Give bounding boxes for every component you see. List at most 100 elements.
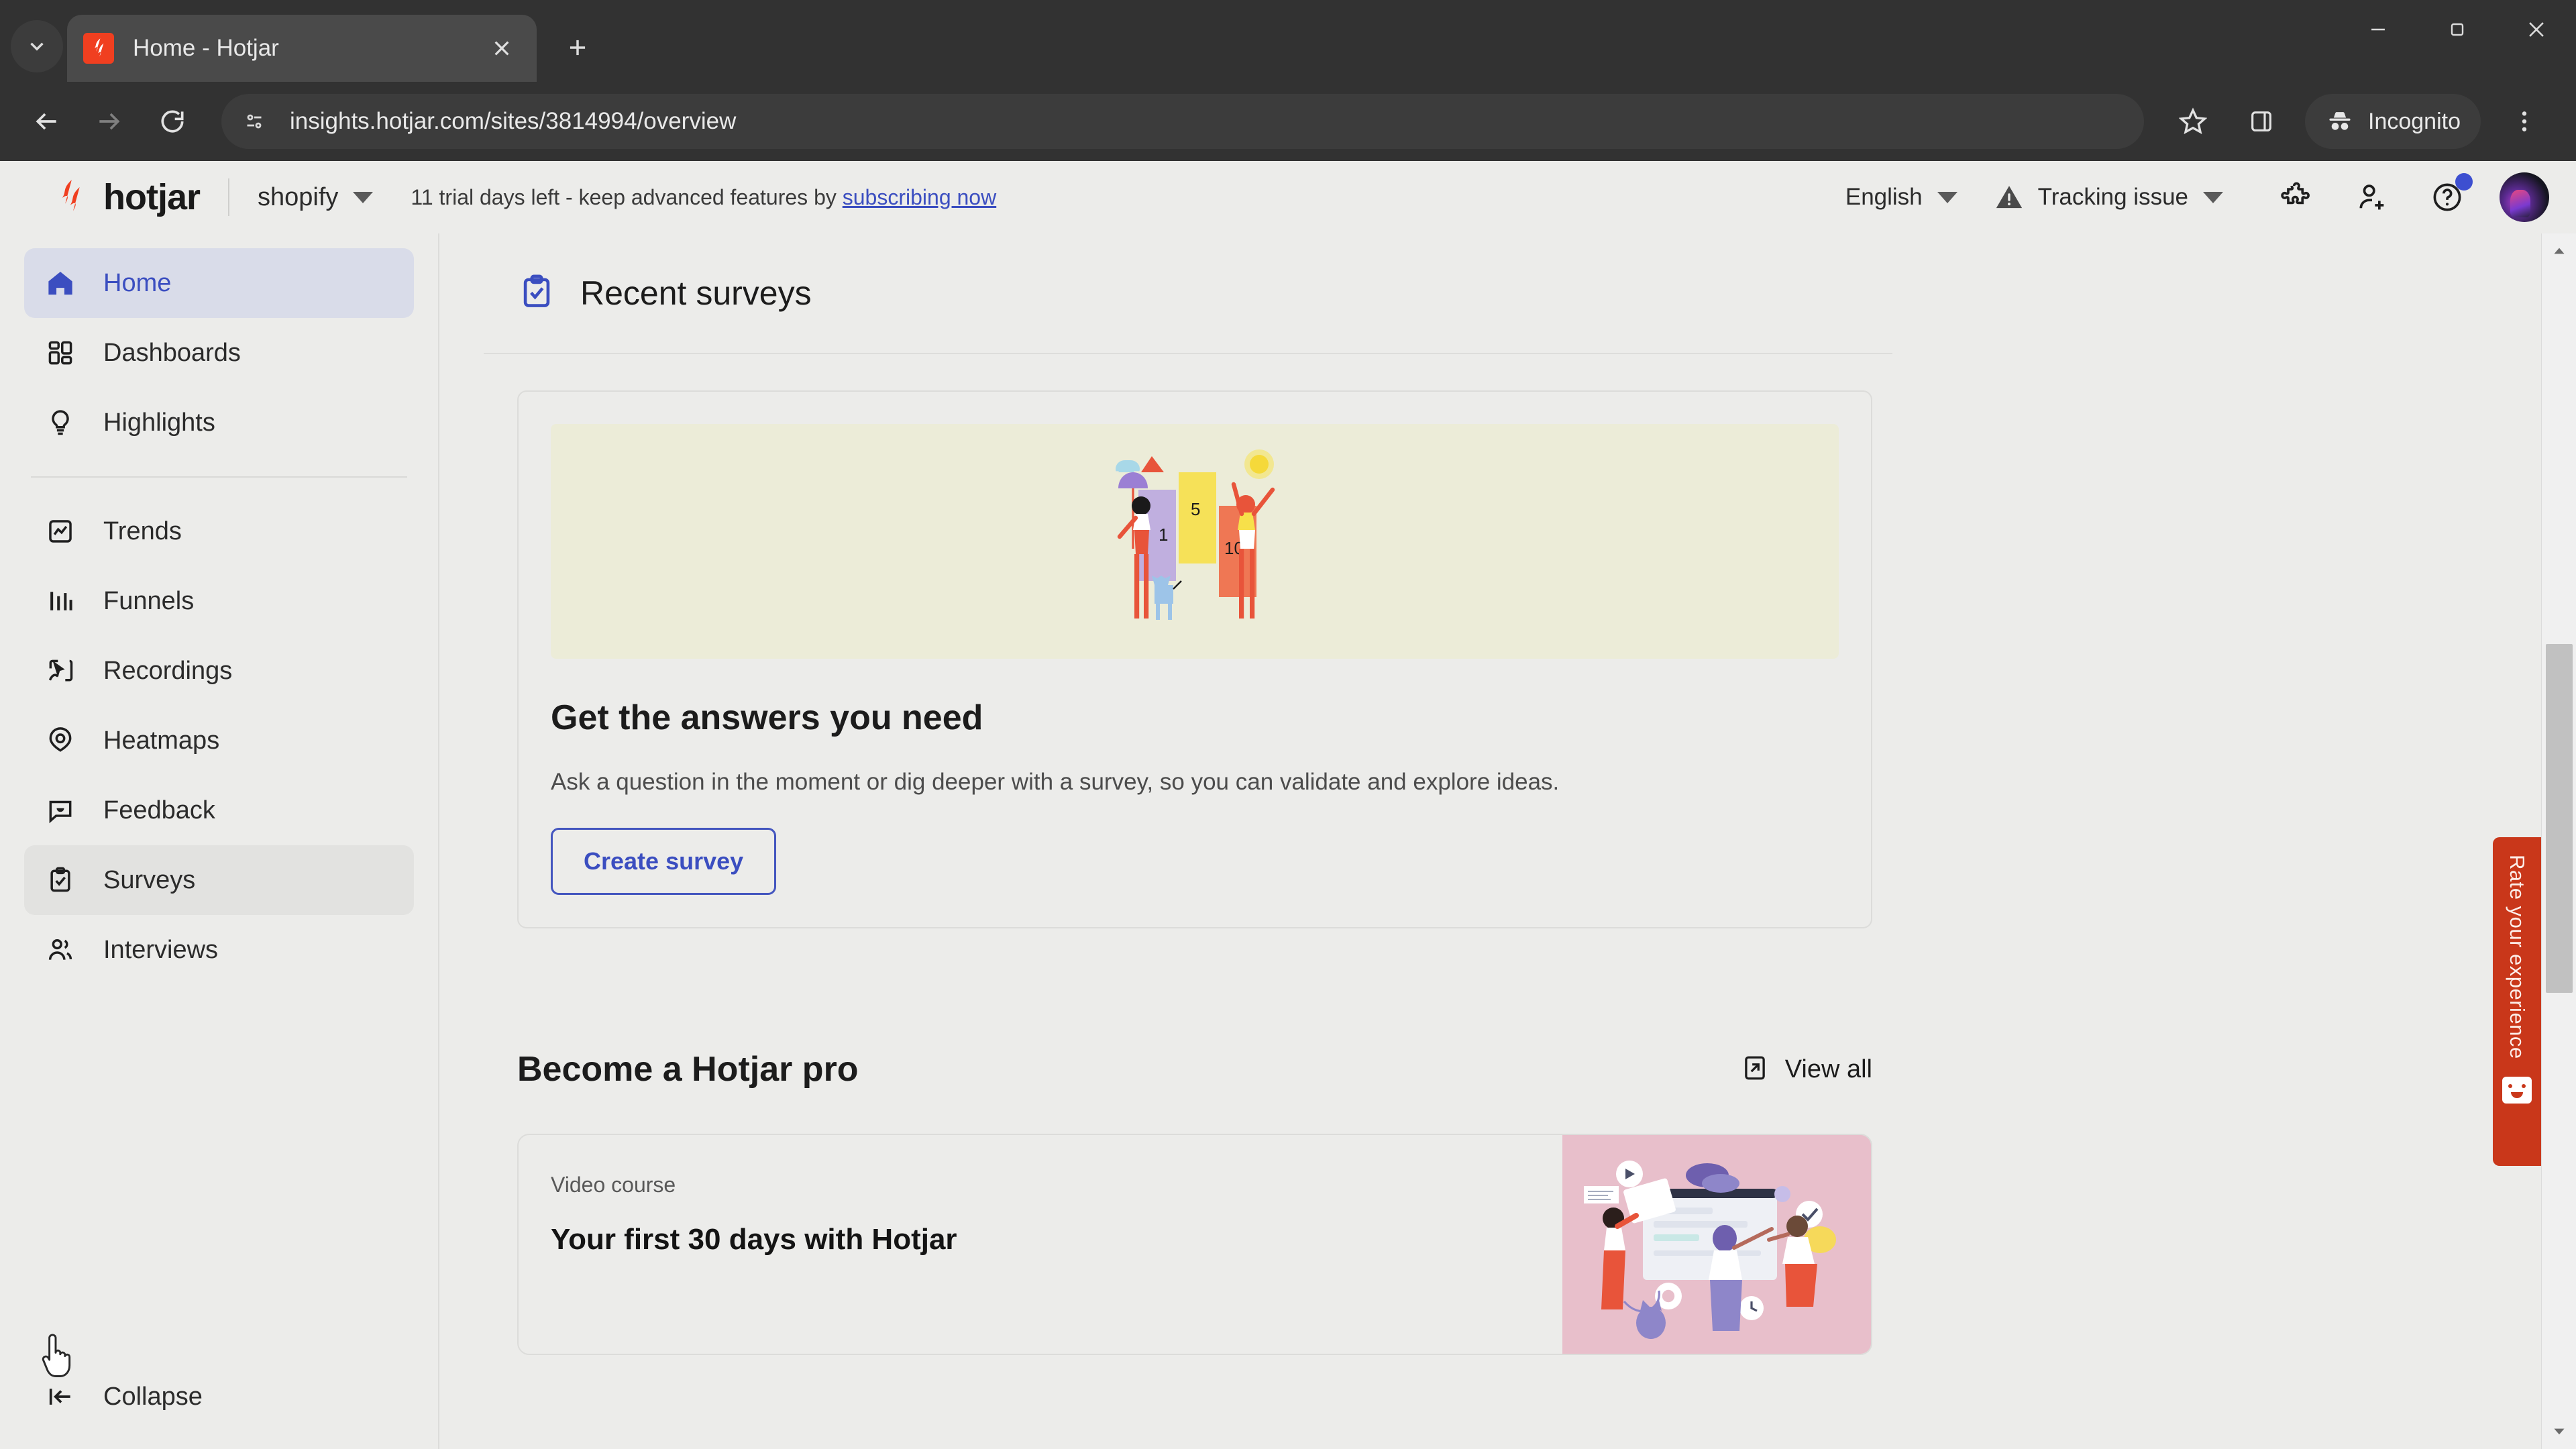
rate-experience-label: Rate your experience [2506, 855, 2529, 1059]
smiley-eye-right [2522, 1083, 2526, 1088]
header-divider [228, 178, 230, 216]
reload-icon [161, 110, 184, 133]
scrollbar-track[interactable] [2542, 268, 2576, 1414]
sidebar-item-label: Home [103, 268, 172, 297]
survey-hero-art: 1 5 10 [1116, 449, 1275, 620]
sidebar-item-funnels[interactable]: Funnels [24, 566, 414, 636]
course-art [1562, 1135, 1871, 1354]
user-avatar[interactable] [2500, 172, 2549, 222]
close-icon [2529, 22, 2544, 37]
side-panel-icon [2251, 111, 2271, 131]
forward-arrow-icon [99, 113, 120, 130]
scrollbar-thumb[interactable] [2545, 644, 2573, 993]
url-text: insights.hotjar.com/sites/3814994/overvi… [290, 108, 737, 134]
hotjar-app-header: hotjar shopify 11 trial days left - keep… [0, 161, 2576, 233]
scroll-down-arrow-icon [2553, 1428, 2565, 1435]
window-close-button[interactable] [2497, 0, 2576, 59]
sidebar-item-interviews[interactable]: Interviews [24, 915, 414, 985]
view-all-button[interactable]: View all [1741, 1054, 1872, 1085]
collapse-left-icon [42, 1382, 79, 1411]
maximize-button[interactable] [2418, 0, 2497, 59]
course-card-text: Video course Your first 30 days with Hot… [519, 1135, 1562, 1354]
bookmark-button[interactable] [2164, 93, 2222, 150]
sidebar-nav: Home Dashboards Highlights Trends Funnel… [0, 233, 439, 1449]
smiley-face-icon [2502, 1076, 2532, 1104]
recordings-cursor-icon [42, 656, 79, 686]
back-button[interactable] [17, 93, 75, 150]
sidebar-item-label: Funnels [103, 586, 195, 615]
incognito-indicator[interactable]: Incognito [2305, 94, 2481, 149]
browser-tab[interactable]: Home - Hotjar [67, 15, 537, 82]
chevron-down-icon [353, 191, 374, 203]
sidebar-item-label: Trends [103, 517, 182, 545]
course-title: Your first 30 days with Hotjar [551, 1223, 957, 1256]
rate-experience-tab[interactable]: Rate your experience [2493, 837, 2541, 1166]
invite-user-button[interactable] [2341, 166, 2403, 228]
site-name: shopify [258, 182, 339, 211]
tracking-status-selector[interactable]: Tracking issue [1994, 182, 2223, 213]
scroll-down-button[interactable] [2542, 1414, 2576, 1449]
site-selector[interactable]: shopify [258, 182, 374, 212]
sidebar-collapse-button[interactable]: Collapse [24, 1362, 414, 1432]
address-bar[interactable]: insights.hotjar.com/sites/3814994/overvi… [221, 94, 2144, 149]
incognito-label: Incognito [2368, 108, 2461, 134]
page-scrollbar[interactable] [2541, 233, 2576, 1449]
minimize-button[interactable] [2339, 0, 2418, 59]
sidebar-item-dashboards[interactable]: Dashboards [24, 318, 414, 388]
chevron-down-icon [1937, 191, 1957, 203]
chrome-menu-button[interactable] [2496, 93, 2553, 150]
tab-title: Home - Hotjar [133, 35, 279, 61]
window-controls [2339, 0, 2576, 82]
sidebar-item-highlights[interactable]: Highlights [24, 388, 414, 458]
recent-surveys-header: Recent surveys [484, 233, 1892, 354]
hotjar-logo[interactable]: hotjar [54, 176, 201, 218]
smiley-eye-left [2508, 1083, 2512, 1088]
heatmap-pin-icon [42, 726, 79, 755]
header-actions: English Tracking issue [1845, 166, 2549, 228]
smiley-mouth [2511, 1091, 2523, 1098]
new-tab-button[interactable] [554, 24, 601, 71]
hotjar-flame-icon [62, 180, 80, 211]
create-survey-button[interactable]: Create survey [551, 828, 777, 895]
side-panel-button[interactable] [2233, 93, 2290, 150]
subscribe-link[interactable]: subscribing now [843, 185, 996, 209]
main-content: Recent surveys 1 5 10 Get the answers yo… [439, 233, 2576, 1449]
sidebar-item-heatmaps[interactable]: Heatmaps [24, 706, 414, 775]
site-info-button[interactable] [232, 99, 276, 144]
tracking-status-label: Tracking issue [2037, 184, 2188, 210]
reload-button[interactable] [144, 93, 201, 150]
sidebar-collapse-label: Collapse [103, 1382, 203, 1411]
add-user-icon [2359, 184, 2384, 210]
surveys-clipboard-icon [42, 865, 79, 895]
sidebar-item-trends[interactable]: Trends [24, 496, 414, 566]
back-arrow-icon [36, 113, 56, 130]
sidebar-item-feedback[interactable]: Feedback [24, 775, 414, 845]
integrations-button[interactable] [2266, 166, 2328, 228]
sidebar-item-label: Heatmaps [103, 726, 220, 755]
home-icon [42, 268, 79, 299]
forward-button[interactable] [80, 93, 138, 150]
language-selector[interactable]: English [1845, 184, 1957, 211]
help-button[interactable] [2416, 166, 2478, 228]
sidebar-item-label: Recordings [103, 656, 233, 685]
trends-chart-icon [42, 517, 79, 546]
create-survey-card: 1 5 10 Get the answers you need Ask a qu… [517, 390, 1872, 928]
interviews-people-icon [42, 935, 79, 965]
tab-close-button[interactable] [483, 30, 521, 67]
view-all-label: View all [1784, 1055, 1872, 1083]
svg-text:1: 1 [1159, 525, 1168, 545]
course-kicker: Video course [551, 1173, 676, 1197]
tab-strip: Home - Hotjar [0, 0, 2576, 82]
svg-text:5: 5 [1191, 499, 1200, 519]
course-card[interactable]: Video course Your first 30 days with Hot… [517, 1134, 1872, 1355]
page-info-icon [247, 114, 262, 129]
survey-rating-illustration: 1 5 10 [551, 424, 1839, 659]
external-link-icon [1741, 1054, 1769, 1085]
tab-search-button[interactable] [11, 20, 63, 72]
sidebar-item-home[interactable]: Home [24, 248, 414, 318]
sidebar-item-recordings[interactable]: Recordings [24, 636, 414, 706]
scroll-up-button[interactable] [2542, 233, 2576, 268]
minimize-icon [2371, 28, 2385, 31]
browser-window: Home - Hotjar insights.hotjar.com/sites/… [0, 0, 2576, 1449]
sidebar-item-surveys[interactable]: Surveys [24, 845, 414, 915]
